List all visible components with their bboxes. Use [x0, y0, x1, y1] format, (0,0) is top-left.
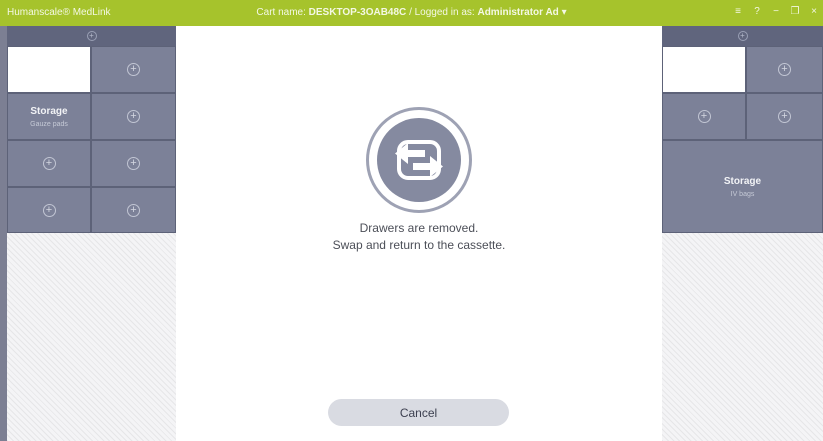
drawer-slot-add[interactable]: +	[7, 187, 91, 233]
close-icon[interactable]: ×	[809, 6, 819, 17]
add-drawer-icon[interactable]: +	[737, 31, 748, 41]
restore-icon[interactable]: ❐	[790, 6, 800, 17]
add-drawer-icon[interactable]: +	[86, 31, 97, 41]
drawer-slot-add[interactable]: +	[91, 140, 176, 187]
cart-name-value: DESKTOP-3OAB48C	[308, 7, 407, 18]
help-icon[interactable]: ?	[752, 6, 762, 17]
cart-name-label: Cart name:	[256, 7, 306, 18]
drawer-slot-add[interactable]: +	[91, 187, 176, 233]
add-circle-icon: +	[697, 110, 711, 123]
minimize-icon[interactable]: −	[771, 6, 781, 17]
window-controls: ≡ ? − ❐ ×	[733, 6, 819, 17]
status-message-line2: Swap and return to the cassette.	[332, 238, 506, 252]
right-cart-pane: + + + + Storage IV bags	[662, 26, 823, 441]
drawer-slot-add[interactable]: +	[91, 46, 176, 93]
drawer-label: Storage	[723, 175, 762, 187]
left-cart-header[interactable]: +	[7, 26, 176, 46]
drawer-slot-storage[interactable]: Storage IV bags	[662, 140, 823, 233]
drawer-slot-storage[interactable]: Storage Gauze pads	[7, 93, 91, 140]
drawer-slot-add[interactable]: +	[7, 140, 91, 187]
separator: /	[409, 7, 412, 18]
drawer-slot-add[interactable]: +	[746, 93, 823, 140]
swap-icon-ring	[366, 107, 472, 213]
right-cart-header[interactable]: +	[662, 26, 823, 46]
status-message-line1: Drawers are removed.	[359, 221, 479, 235]
add-circle-icon: +	[42, 203, 56, 217]
drawer-contents: Gauze pads	[30, 120, 68, 128]
add-circle-icon: +	[778, 63, 791, 76]
add-circle-icon: +	[127, 110, 140, 123]
chevron-down-icon: ▾	[561, 7, 567, 18]
cart-info: Cart name: DESKTOP-3OAB48C / Logged in a…	[0, 7, 823, 18]
add-circle-icon: +	[127, 203, 140, 217]
logged-in-label: Logged in as:	[414, 7, 475, 18]
user-name: Administrator Ad	[477, 7, 559, 18]
left-cart-pane: + + Storage Gauze pads + + + + +	[0, 26, 176, 441]
add-circle-icon: +	[42, 157, 56, 170]
user-menu[interactable]: Administrator Ad ▾	[477, 7, 566, 18]
drawer-slot-add[interactable]: +	[91, 93, 176, 140]
title-bar: Humanscale® MedLink Cart name: DESKTOP-3…	[0, 0, 823, 26]
drawer-contents: IV bags	[730, 190, 755, 198]
cancel-button[interactable]: Cancel	[328, 399, 509, 426]
drawer-slot-empty[interactable]	[7, 46, 91, 93]
add-circle-icon: +	[127, 157, 140, 170]
add-circle-icon: +	[127, 63, 140, 76]
drawer-label: Storage	[30, 105, 68, 117]
drawer-slot-add[interactable]: +	[662, 93, 746, 140]
menu-icon[interactable]: ≡	[733, 6, 743, 17]
swap-arrows-icon	[377, 118, 461, 202]
drawer-slot-empty[interactable]	[662, 46, 746, 93]
drawer-slot-add[interactable]: +	[746, 46, 823, 93]
swap-drawers-dialog: Drawers are removed. Swap and return to …	[176, 26, 662, 441]
add-circle-icon: +	[778, 110, 791, 123]
